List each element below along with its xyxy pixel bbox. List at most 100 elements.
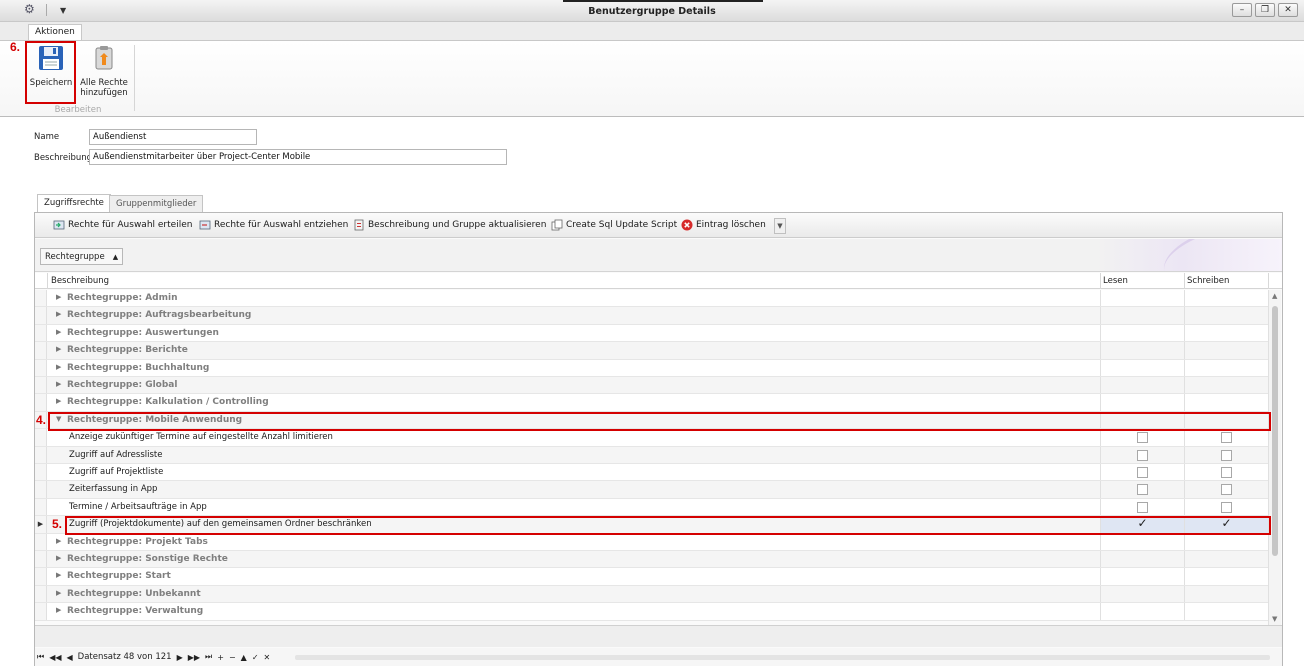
- row-indicator[interactable]: [35, 394, 47, 411]
- row-indicator[interactable]: [35, 533, 47, 550]
- expand-right-icon[interactable]: ▶: [56, 554, 61, 562]
- write-checkbox[interactable]: [1221, 467, 1232, 478]
- group-row-label: Rechtegruppe: Sonstige Rechte: [67, 554, 228, 564]
- previous-page-icon[interactable]: ◀◀: [49, 653, 61, 662]
- column-header-read[interactable]: Lesen: [1103, 276, 1128, 286]
- row-indicator[interactable]: [35, 481, 47, 498]
- table-row[interactable]: Zugriff auf Adressliste: [35, 446, 1269, 464]
- group-row[interactable]: ▶ Rechtegruppe: Unbekannt: [35, 585, 1269, 604]
- name-input[interactable]: Außendienst: [89, 129, 257, 145]
- expand-right-icon[interactable]: ▶: [56, 380, 61, 388]
- expand-right-icon[interactable]: ▶: [56, 397, 61, 405]
- row-indicator[interactable]: [35, 324, 47, 342]
- grant-rights-button[interactable]: Rechte für Auswahl erteilen: [53, 219, 192, 231]
- scroll-up-icon[interactable]: ▲: [1272, 292, 1277, 300]
- write-checkbox[interactable]: [1221, 501, 1232, 513]
- vertical-scrollbar[interactable]: ▲ ▼: [1268, 290, 1281, 625]
- expand-right-icon[interactable]: ▶: [56, 537, 61, 545]
- horizontal-scroll-thumb[interactable]: [295, 655, 1270, 660]
- scroll-down-icon[interactable]: ▼: [1272, 615, 1277, 623]
- expand-right-icon[interactable]: ▶: [56, 345, 61, 353]
- write-checkbox[interactable]: [1221, 432, 1232, 444]
- tab-gruppenmitglieder[interactable]: Gruppenmitglieder: [109, 195, 204, 213]
- horizontal-scrollbar[interactable]: [285, 652, 1280, 662]
- delete-entry-button[interactable]: Eintrag löschen: [681, 219, 766, 231]
- read-checkbox[interactable]: [1137, 449, 1148, 461]
- ribbon-body: Speichern Alle Rechte hinzufügen Bearbei…: [0, 40, 1304, 117]
- decorative-swoosh: [1156, 239, 1278, 271]
- table-row[interactable]: Zugriff auf Projektliste: [35, 464, 1269, 482]
- close-button[interactable]: ✕: [1278, 3, 1298, 17]
- row-indicator[interactable]: [35, 551, 47, 568]
- row-indicator[interactable]: [35, 446, 47, 463]
- ribbon-tab-aktionen[interactable]: Aktionen: [28, 24, 82, 41]
- restore-button[interactable]: ❐: [1255, 3, 1275, 17]
- row-indicator[interactable]: [35, 359, 47, 376]
- group-row[interactable]: ▶ Rechtegruppe: Kalkulation / Controlling: [35, 394, 1269, 412]
- row-indicator[interactable]: [35, 585, 47, 603]
- expand-right-icon[interactable]: ▶: [56, 310, 61, 318]
- column-header-description[interactable]: Beschreibung: [51, 276, 109, 286]
- write-checkbox[interactable]: [1221, 484, 1232, 496]
- edit-record-icon[interactable]: ▲: [241, 653, 247, 662]
- read-checkbox[interactable]: [1137, 432, 1148, 444]
- last-record-icon[interactable]: ⏭: [205, 652, 212, 662]
- column-header-write[interactable]: Schreiben: [1187, 276, 1229, 286]
- toolbar-overflow-button[interactable]: ▼: [774, 218, 786, 234]
- vertical-scroll-thumb[interactable]: [1272, 306, 1278, 556]
- group-by-chip-rechtegruppe[interactable]: Rechtegruppe ▲: [40, 248, 124, 265]
- group-row[interactable]: ▶ Rechtegruppe: Sonstige Rechte: [35, 551, 1269, 569]
- row-indicator[interactable]: [35, 307, 47, 324]
- expand-right-icon[interactable]: ▶: [56, 606, 61, 614]
- row-indicator[interactable]: [35, 377, 47, 394]
- column-divider: [1100, 568, 1101, 585]
- group-row[interactable]: ▶ Rechtegruppe: Admin: [35, 290, 1269, 308]
- expand-right-icon[interactable]: ▶: [56, 293, 61, 301]
- row-indicator[interactable]: [35, 568, 47, 585]
- next-record-icon[interactable]: ▶: [177, 653, 183, 662]
- row-indicator[interactable]: [35, 290, 47, 307]
- add-all-rights-button[interactable]: Alle Rechte hinzufügen: [78, 45, 130, 98]
- first-record-icon[interactable]: ⏮: [37, 652, 44, 662]
- expand-right-icon[interactable]: ▶: [56, 571, 61, 579]
- read-checkbox[interactable]: [1137, 484, 1148, 496]
- header-divider: [1184, 273, 1185, 289]
- row-indicator[interactable]: [35, 498, 47, 516]
- group-row[interactable]: ▶ Rechtegruppe: Auftragsbearbeitung: [35, 307, 1269, 325]
- create-sql-script-button[interactable]: Create Sql Update Script: [551, 219, 677, 231]
- expand-right-icon[interactable]: ▶: [56, 589, 61, 597]
- previous-record-icon[interactable]: ◀: [67, 653, 73, 662]
- table-row[interactable]: Zeiterfassung in App: [35, 481, 1269, 499]
- row-indicator[interactable]: ▶: [35, 516, 47, 533]
- expand-right-icon[interactable]: ▶: [56, 363, 61, 371]
- accept-edit-icon[interactable]: ✓: [252, 653, 259, 662]
- row-indicator[interactable]: [35, 603, 47, 620]
- row-indicator[interactable]: [35, 429, 47, 446]
- group-row[interactable]: ▶ Rechtegruppe: Projekt Tabs: [35, 533, 1269, 551]
- row-indicator[interactable]: [35, 342, 47, 359]
- description-input[interactable]: Außendienstmitarbeiter über Project-Cent…: [89, 149, 507, 165]
- row-description: Zugriff auf Projektliste: [69, 467, 164, 477]
- group-row[interactable]: ▶ Rechtegruppe: Verwaltung: [35, 603, 1269, 621]
- read-checkbox[interactable]: [1137, 501, 1148, 513]
- table-row[interactable]: Anzeige zukünftiger Termine auf eingeste…: [35, 429, 1269, 447]
- row-indicator[interactable]: [35, 464, 47, 481]
- group-row[interactable]: ▶ Rechtegruppe: Auswertungen: [35, 324, 1269, 343]
- next-page-icon[interactable]: ▶▶: [188, 653, 200, 662]
- table-row[interactable]: Termine / Arbeitsaufträge in App: [35, 498, 1269, 517]
- revoke-rights-button[interactable]: Rechte für Auswahl entziehen: [199, 219, 348, 231]
- write-checkbox[interactable]: [1221, 449, 1232, 461]
- group-row[interactable]: ▶ Rechtegruppe: Buchhaltung: [35, 359, 1269, 377]
- expand-right-icon[interactable]: ▶: [56, 328, 61, 336]
- group-row[interactable]: ▶ Rechtegruppe: Start: [35, 568, 1269, 586]
- tab-zugriffsrechte[interactable]: Zugriffsrechte: [37, 194, 111, 213]
- cancel-edit-icon[interactable]: ✕: [264, 653, 271, 662]
- remove-record-icon[interactable]: −: [229, 653, 236, 662]
- group-row[interactable]: ▶ Rechtegruppe: Berichte: [35, 342, 1269, 360]
- column-divider: [1184, 603, 1185, 620]
- update-description-button[interactable]: Beschreibung und Gruppe aktualisieren: [353, 219, 546, 231]
- minimize-button[interactable]: –: [1232, 3, 1252, 17]
- group-row[interactable]: ▶ Rechtegruppe: Global: [35, 377, 1269, 395]
- read-checkbox[interactable]: [1137, 467, 1148, 478]
- add-record-icon[interactable]: +: [217, 653, 224, 662]
